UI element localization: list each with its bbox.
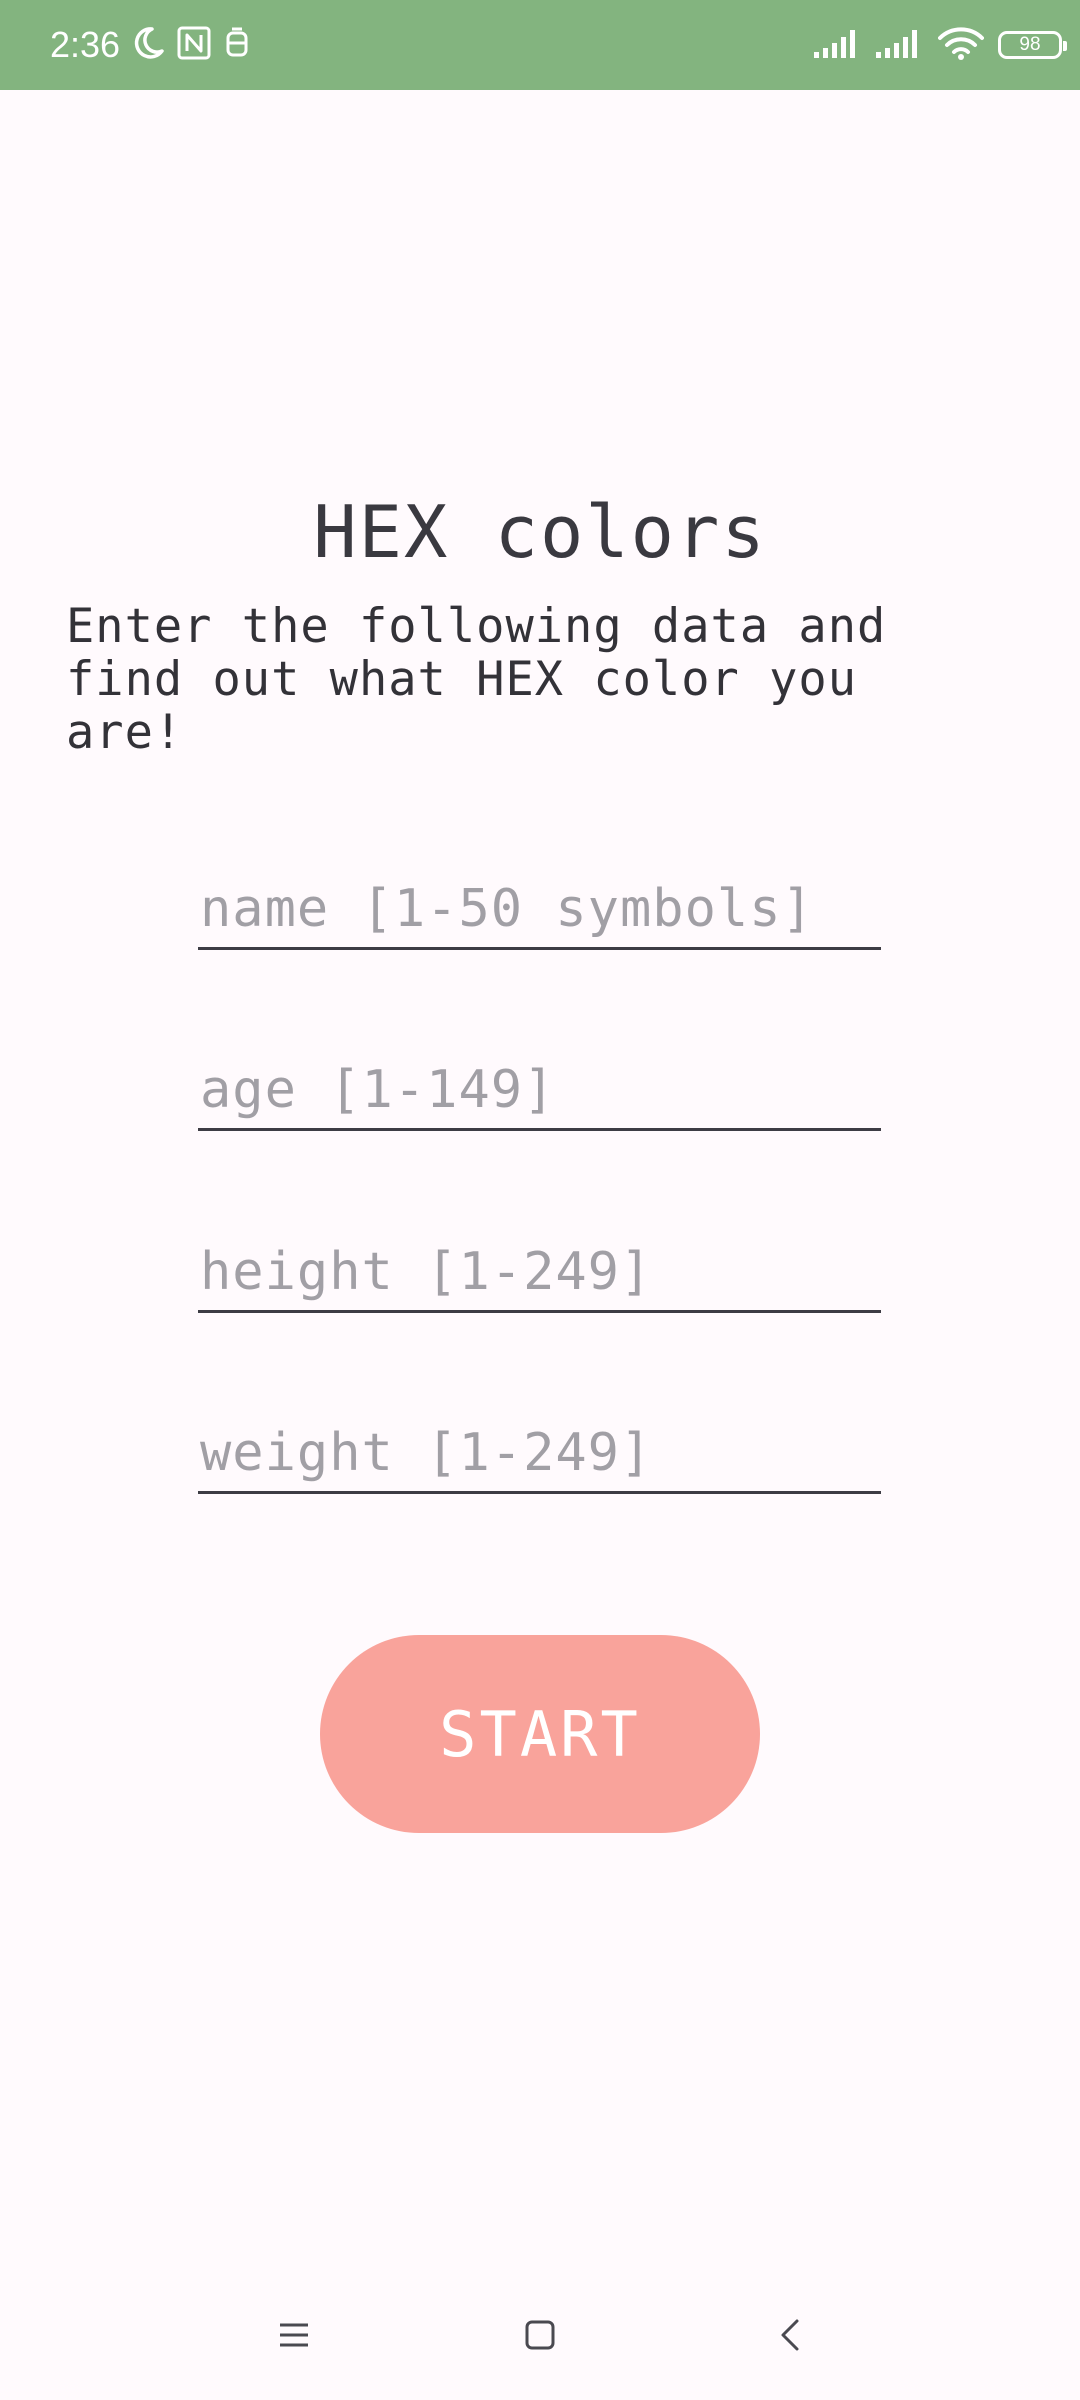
- home-icon[interactable]: [490, 2270, 590, 2400]
- nfc-icon: [176, 25, 212, 65]
- navigation-bar: [0, 2270, 1080, 2400]
- menu-icon[interactable]: [244, 2270, 344, 2400]
- status-time: 2:36: [50, 24, 121, 65]
- start-button[interactable]: START: [320, 1635, 760, 1833]
- back-icon[interactable]: [740, 2270, 840, 2400]
- battery-icon: 98: [998, 31, 1067, 59]
- page-subtitle: Enter the following data and find out wh…: [66, 599, 887, 760]
- age-input[interactable]: [198, 1057, 881, 1131]
- wifi-icon: [938, 26, 984, 64]
- weight-input[interactable]: [198, 1420, 881, 1494]
- moon-icon: [130, 25, 166, 65]
- signal-icon: [814, 28, 862, 62]
- height-input[interactable]: [198, 1239, 881, 1313]
- status-bar: 2:36 98: [0, 0, 1080, 90]
- status-right: 98: [814, 0, 1067, 90]
- signal-icon: [876, 28, 924, 62]
- name-input[interactable]: [198, 876, 881, 950]
- notification-icon: [222, 25, 252, 65]
- status-left: 2:36: [50, 0, 252, 90]
- page-title: HEX colors: [313, 490, 767, 574]
